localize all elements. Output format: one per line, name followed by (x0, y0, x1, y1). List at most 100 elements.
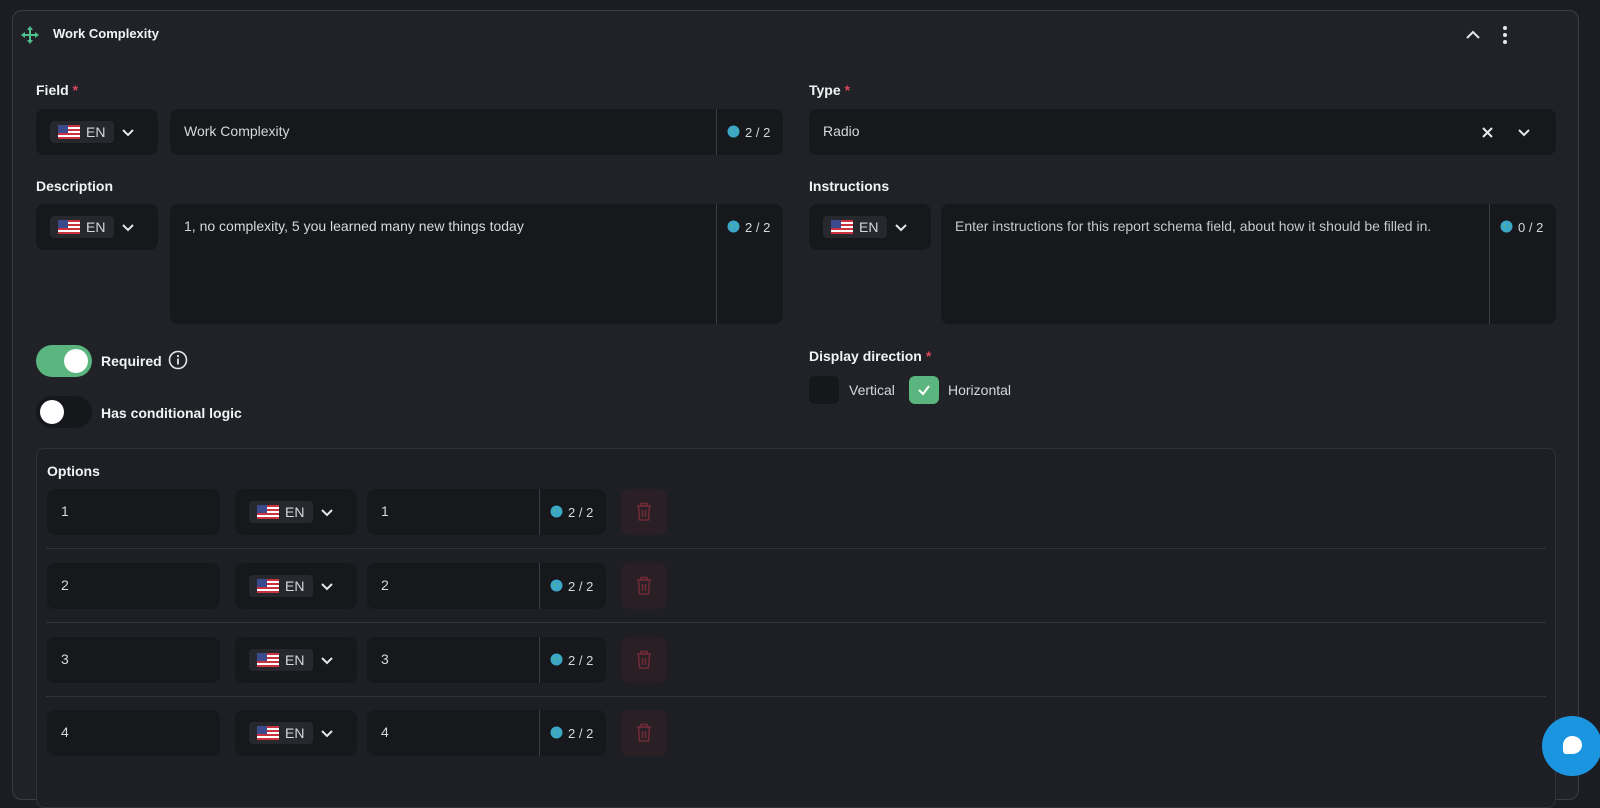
option-language-select[interactable]: EN (235, 637, 357, 683)
globe-icon (1500, 220, 1513, 233)
move-icon[interactable] (20, 25, 40, 45)
row-divider (46, 622, 1546, 623)
option-language-select[interactable]: EN (235, 710, 357, 756)
chevron-up-icon[interactable] (1464, 26, 1482, 44)
delete-option-button[interactable] (621, 563, 667, 609)
chevron-down-icon (895, 224, 907, 232)
option-label-input[interactable]: 1 2 / 2 (367, 489, 606, 535)
field-name-value: Work Complexity (184, 123, 290, 139)
language-code: EN (285, 652, 305, 668)
instructions-placeholder: Enter instructions for this report schem… (955, 218, 1432, 234)
option-language-select[interactable]: EN (235, 563, 357, 609)
toggle-knob (40, 400, 64, 424)
option-label-value: 4 (381, 724, 389, 740)
counter-text: 2 / 2 (568, 653, 594, 668)
field-language-select[interactable]: EN (36, 109, 158, 155)
chevron-down-icon (321, 730, 333, 738)
required-toggle[interactable] (36, 345, 92, 377)
option-value: 4 (61, 724, 69, 740)
options-label: Options (47, 463, 100, 479)
field-label: Field * (36, 82, 79, 98)
description-label: Description (36, 178, 114, 194)
conditional-logic-toggle[interactable] (36, 396, 92, 428)
us-flag-icon (58, 220, 80, 234)
option-value-input[interactable]: 2 (47, 563, 220, 609)
vertical-option-label: Vertical (849, 382, 895, 398)
language-code: EN (859, 219, 879, 235)
vertical-checkbox[interactable] (809, 376, 839, 404)
chevron-down-icon[interactable] (1516, 124, 1532, 140)
option-label-input[interactable]: 2 2 / 2 (367, 563, 606, 609)
language-code: EN (86, 219, 106, 235)
check-icon (918, 385, 930, 396)
more-vertical-icon[interactable] (1500, 25, 1510, 45)
language-pill: EN (50, 216, 114, 238)
counter-text: 2 / 2 (568, 726, 594, 741)
type-label: Type * (809, 82, 851, 98)
translation-counter: 2 / 2 (716, 204, 782, 324)
field-name-input[interactable]: Work Complexity 2 / 2 (170, 109, 783, 155)
chevron-down-icon (321, 583, 333, 591)
counter-text: 2 / 2 (568, 505, 594, 520)
option-label-input[interactable]: 3 2 / 2 (367, 637, 606, 683)
option-value: 3 (61, 651, 69, 667)
conditional-logic-label: Has conditional logic (101, 405, 242, 421)
trash-icon (637, 576, 651, 595)
instructions-textarea[interactable]: Enter instructions for this report schem… (941, 204, 1556, 324)
us-flag-icon (257, 505, 279, 519)
chevron-down-icon (321, 509, 333, 517)
chevron-down-icon (122, 224, 134, 232)
info-icon[interactable] (168, 350, 188, 370)
description-language-select[interactable]: EN (36, 204, 158, 250)
option-label-value: 1 (381, 503, 389, 519)
option-value-input[interactable]: 4 (47, 710, 220, 756)
option-value: 1 (61, 503, 69, 519)
language-pill: EN (249, 575, 313, 597)
globe-icon (550, 653, 563, 666)
delete-option-button[interactable] (621, 710, 667, 756)
option-label-value: 3 (381, 651, 389, 667)
horizontal-checkbox[interactable] (909, 376, 939, 404)
translation-counter: 2 / 2 (539, 637, 605, 683)
required-label: Required (101, 353, 162, 369)
toggle-knob (64, 349, 88, 373)
translation-counter: 2 / 2 (539, 489, 605, 535)
chat-bubble-icon (1563, 736, 1582, 754)
option-value: 2 (61, 577, 69, 593)
trash-icon (637, 650, 651, 669)
us-flag-icon (257, 653, 279, 667)
delete-option-button[interactable] (621, 489, 667, 535)
globe-icon (727, 125, 740, 138)
clear-icon[interactable] (1482, 127, 1493, 138)
chevron-down-icon (122, 129, 134, 137)
description-value: 1, no complexity, 5 you learned many new… (184, 218, 524, 234)
description-textarea[interactable]: 1, no complexity, 5 you learned many new… (170, 204, 783, 324)
globe-icon (550, 579, 563, 592)
language-pill: EN (249, 649, 313, 671)
option-value-input[interactable]: 1 (47, 489, 220, 535)
option-value-input[interactable]: 3 (47, 637, 220, 683)
translation-counter: 0 / 2 (1489, 204, 1555, 324)
translation-counter: 2 / 2 (716, 109, 782, 155)
counter-text: 2 / 2 (745, 220, 771, 235)
globe-icon (727, 220, 740, 233)
chevron-down-icon (321, 657, 333, 665)
language-pill: EN (823, 216, 887, 238)
display-direction-label: Display direction * (809, 348, 932, 364)
us-flag-icon (257, 726, 279, 740)
counter-text: 2 / 2 (745, 125, 771, 140)
language-code: EN (285, 725, 305, 741)
type-select[interactable]: Radio (809, 109, 1556, 155)
instructions-language-select[interactable]: EN (809, 204, 931, 250)
language-pill: EN (249, 501, 313, 523)
instructions-label: Instructions (809, 178, 890, 194)
trash-icon (637, 502, 651, 521)
chat-button[interactable] (1542, 716, 1600, 776)
counter-text: 2 / 2 (568, 579, 594, 594)
language-code: EN (285, 578, 305, 594)
trash-icon (637, 723, 651, 742)
option-language-select[interactable]: EN (235, 489, 357, 535)
language-pill: EN (50, 121, 114, 143)
option-label-input[interactable]: 4 2 / 2 (367, 710, 606, 756)
delete-option-button[interactable] (621, 637, 667, 683)
